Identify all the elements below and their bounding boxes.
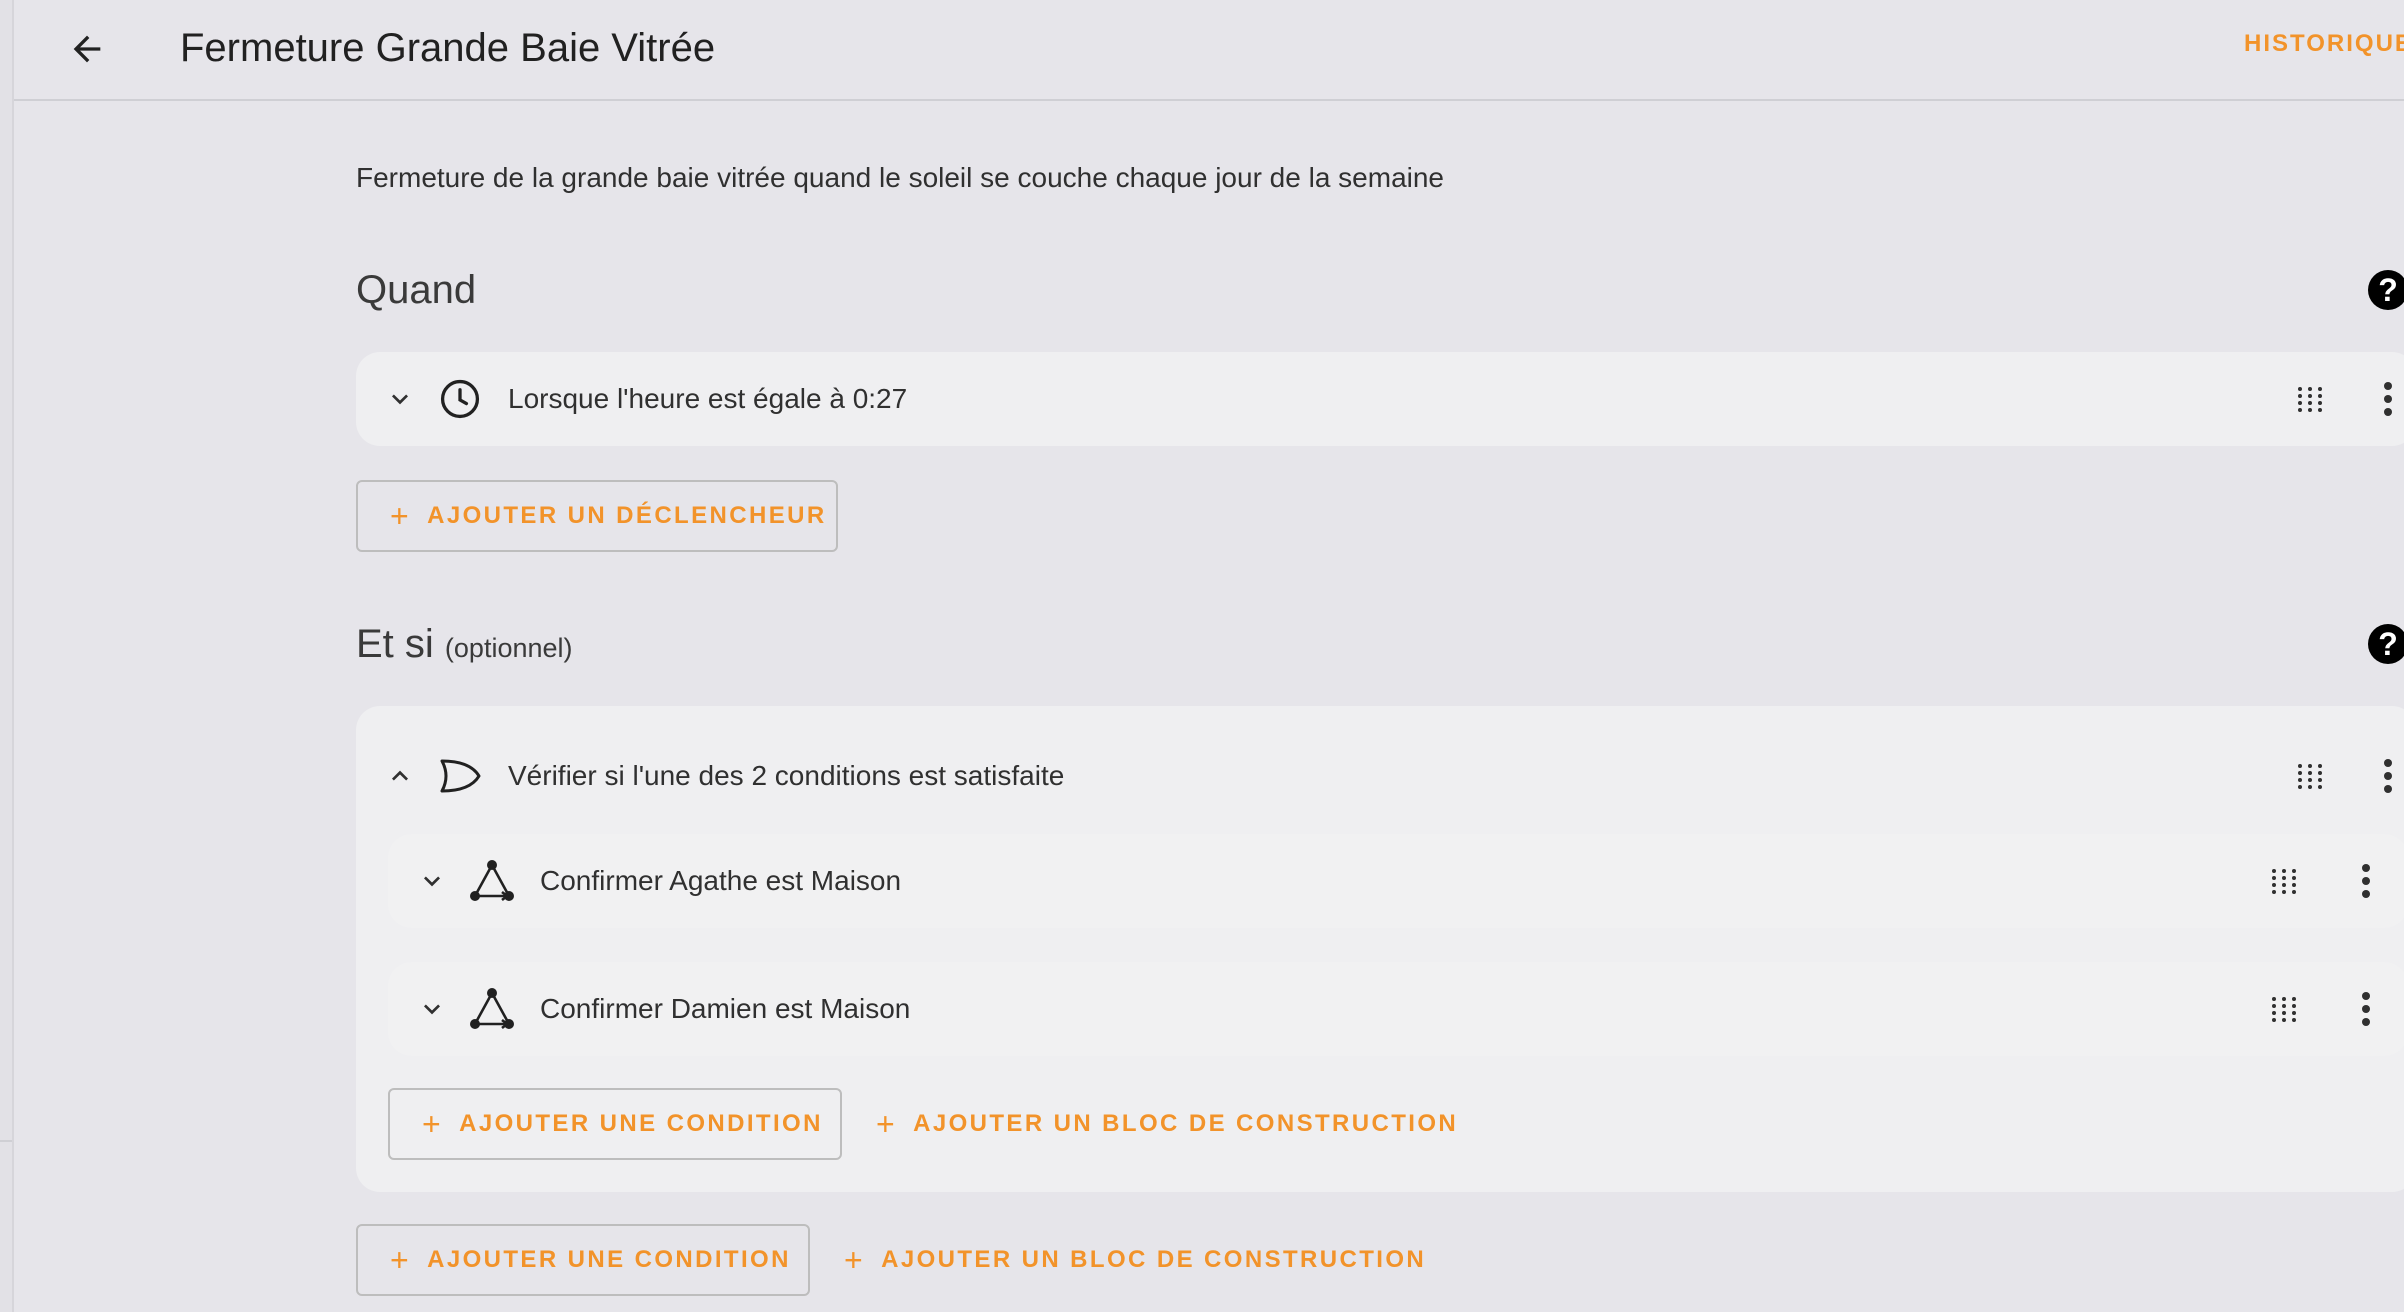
drag-handle-icon[interactable] xyxy=(2290,756,2330,796)
conditions-section-title: Et si (optionnel) xyxy=(356,618,573,674)
or-condition-card: Vérifier si l'une des 2 conditions est s… xyxy=(356,706,2404,1192)
drag-handle-icon[interactable] xyxy=(2264,989,2304,1029)
plus-icon: + xyxy=(844,1242,866,1278)
back-button[interactable] xyxy=(54,16,120,82)
more-vert-icon[interactable] xyxy=(2346,981,2386,1037)
add-condition-label: AJOUTER UNE CONDITION xyxy=(427,1246,791,1273)
plus-icon: + xyxy=(422,1106,444,1142)
nested-condition-card[interactable]: Confirmer Agathe est Maison xyxy=(388,834,2404,928)
add-nested-condition-label: AJOUTER UNE CONDITION xyxy=(459,1110,823,1137)
more-vert-icon[interactable] xyxy=(2368,748,2404,804)
left-rail xyxy=(0,0,14,1312)
nested-condition-card[interactable]: Confirmer Damien est Maison xyxy=(388,962,2404,1056)
automation-description: Fermeture de la grande baie vitrée quand… xyxy=(356,162,1445,193)
state-graph-icon xyxy=(468,985,516,1033)
conditions-optional-text: (optionnel) xyxy=(444,633,573,663)
or-gate-icon xyxy=(436,752,484,800)
more-vert-icon[interactable] xyxy=(2368,371,2404,427)
clock-icon xyxy=(436,375,484,423)
add-trigger-button[interactable]: + AJOUTER UN DÉCLENCHEUR xyxy=(356,480,838,552)
condition-label: Confirmer Damien est Maison xyxy=(540,993,911,1024)
triggers-section-title: Quand xyxy=(356,264,476,316)
rail-divider xyxy=(0,1140,12,1142)
history-button[interactable]: HISTORIQUE xyxy=(2244,30,2404,58)
triggers-title-text: Quand xyxy=(356,268,477,312)
chevron-down-icon[interactable] xyxy=(408,857,456,905)
conditions-title-text: Et si xyxy=(356,622,434,666)
conditions-help-icon[interactable]: ? xyxy=(2368,624,2404,664)
add-block-label: AJOUTER UN BLOC DE CONSTRUCTION xyxy=(881,1246,1427,1273)
triggers-help-icon[interactable]: ? xyxy=(2368,270,2404,310)
add-trigger-label: AJOUTER UN DÉCLENCHEUR xyxy=(427,502,827,529)
trigger-label: Lorsque l'heure est égale à 0:27 xyxy=(508,383,908,414)
add-nested-condition-button[interactable]: + AJOUTER UNE CONDITION xyxy=(388,1088,842,1160)
chevron-down-icon[interactable] xyxy=(408,985,456,1033)
arrow-left-icon xyxy=(73,35,101,63)
or-condition-label: Vérifier si l'une des 2 conditions est s… xyxy=(508,760,1065,791)
chevron-down-icon[interactable] xyxy=(376,375,424,423)
add-block-button[interactable]: + AJOUTER UN BLOC DE CONSTRUCTION xyxy=(844,1224,1426,1296)
condition-label: Confirmer Agathe est Maison xyxy=(540,865,902,896)
more-vert-icon[interactable] xyxy=(2346,853,2386,909)
drag-handle-icon[interactable] xyxy=(2290,379,2330,419)
plus-icon: + xyxy=(390,498,412,534)
drag-handle-icon[interactable] xyxy=(2264,861,2304,901)
trigger-card[interactable]: Lorsque l'heure est égale à 0:27 xyxy=(356,352,2404,446)
chevron-up-icon[interactable] xyxy=(376,752,424,800)
add-condition-button[interactable]: + AJOUTER UNE CONDITION xyxy=(356,1224,810,1296)
plus-icon: + xyxy=(876,1106,898,1142)
add-nested-block-button[interactable]: + AJOUTER UN BLOC DE CONSTRUCTION xyxy=(876,1088,1458,1160)
app-bar: Fermeture Grande Baie Vitrée HISTORIQUE xyxy=(14,0,2404,101)
add-nested-block-label: AJOUTER UN BLOC DE CONSTRUCTION xyxy=(913,1110,1459,1137)
state-graph-icon xyxy=(468,857,516,905)
page-title: Fermeture Grande Baie Vitrée xyxy=(180,26,716,70)
plus-icon: + xyxy=(390,1242,412,1278)
